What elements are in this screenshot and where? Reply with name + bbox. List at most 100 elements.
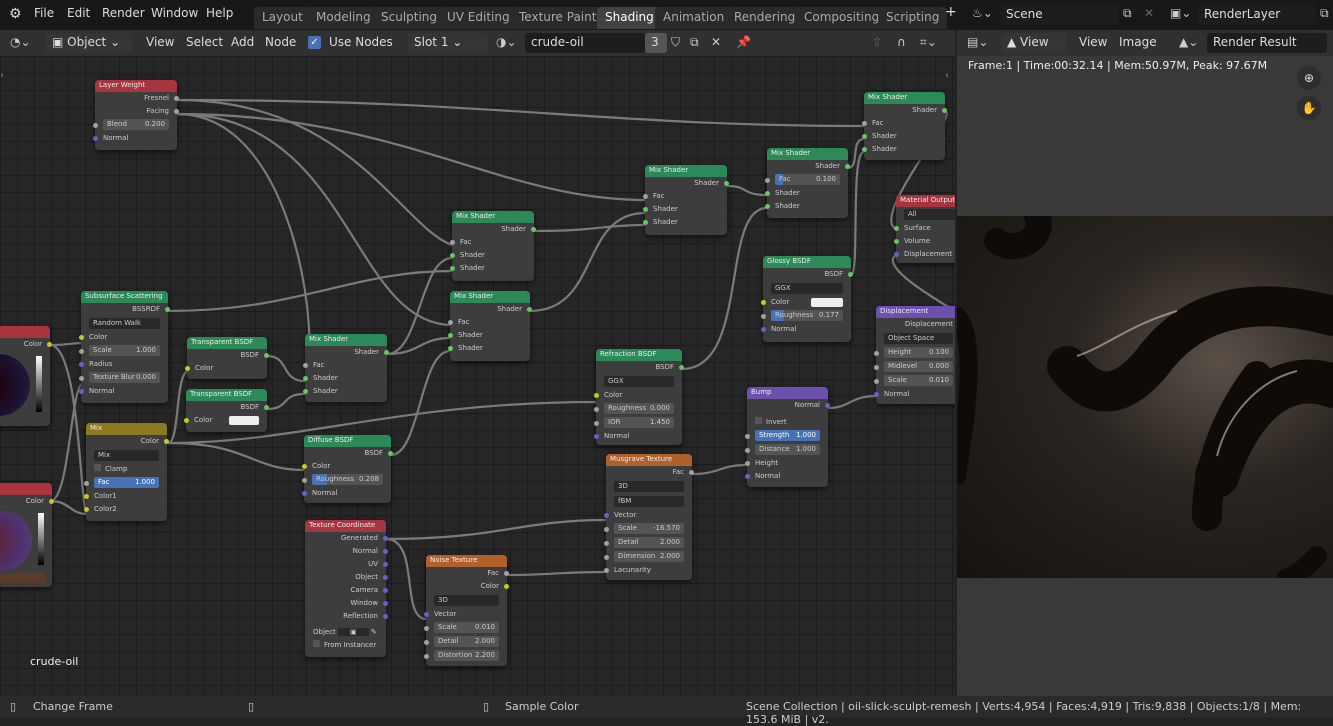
socket[interactable] <box>724 181 729 186</box>
node-header[interactable]: Transparent BSDF <box>186 389 267 401</box>
socket[interactable] <box>264 353 269 358</box>
socket[interactable] <box>643 207 648 212</box>
menu-select[interactable]: Select <box>186 35 223 49</box>
menu-file[interactable]: File <box>34 6 54 20</box>
socket[interactable] <box>303 389 308 394</box>
duplicate-layer-icon[interactable]: ⧉ <box>1320 6 1329 21</box>
distribution-dropdown[interactable]: GGX <box>771 283 843 294</box>
socket[interactable] <box>383 562 388 567</box>
socket[interactable] <box>761 327 766 332</box>
node-material-output[interactable]: Material Output All Surface Volume Displ… <box>894 195 955 263</box>
socket[interactable] <box>848 272 853 277</box>
target-dropdown[interactable]: All <box>904 209 955 220</box>
image-name-field[interactable]: Render Result <box>1207 33 1327 53</box>
tab-texture-paint[interactable]: Texture Paint <box>511 7 605 29</box>
socket[interactable] <box>383 588 388 593</box>
node-header[interactable]: Subsurface Scattering <box>81 291 168 303</box>
sidebar-toggle-icon[interactable]: ‹ <box>945 70 949 81</box>
node-mix-shader[interactable]: Mix Shader Shader Fac Shader Shader <box>303 334 389 402</box>
mode-dropdown[interactable]: ▣ Object ⌄ <box>46 33 132 53</box>
socket[interactable] <box>383 601 388 606</box>
node-rgb-top[interactable]: Color <box>0 326 52 426</box>
height-field[interactable]: Height 0.100 <box>884 347 953 358</box>
duplicate-scene-icon[interactable]: ⧉ <box>1123 6 1132 21</box>
method-dropdown[interactable]: Random Walk <box>89 318 160 329</box>
blend-mode-dropdown[interactable]: Mix <box>94 450 159 461</box>
node-header[interactable]: Mix Shader <box>305 334 387 346</box>
socket[interactable] <box>383 614 388 619</box>
node-layer-weight[interactable]: Layer Weight Fresnel Facing Blend 0.200 N… <box>93 80 179 150</box>
menu-help[interactable]: Help <box>206 6 233 20</box>
toolbar-toggle-icon[interactable]: › <box>0 70 4 81</box>
socket[interactable] <box>689 470 694 475</box>
material-name-field[interactable]: crude-oil <box>525 33 645 53</box>
socket[interactable] <box>174 96 179 101</box>
node-diffuse-bsdf[interactable]: Diffuse BSDF BSDF Color Roughness 0.208 N… <box>302 435 393 503</box>
socket[interactable] <box>49 499 54 504</box>
tab-scripting[interactable]: Scripting <box>878 7 948 29</box>
socket[interactable] <box>448 333 453 338</box>
socket[interactable] <box>594 421 599 426</box>
checkbox-box[interactable] <box>755 417 762 424</box>
socket[interactable] <box>604 527 609 532</box>
socket[interactable] <box>79 362 84 367</box>
node-header[interactable] <box>0 483 52 495</box>
socket[interactable] <box>84 481 89 486</box>
snap-mode-icon[interactable]: ⌗⌄ <box>920 35 937 50</box>
socket[interactable] <box>84 494 89 499</box>
object-field[interactable]: Object ▣ ✎ <box>305 626 386 639</box>
blend-field[interactable]: Blend 0.200 <box>103 119 169 130</box>
menu-render[interactable]: Render <box>102 6 145 20</box>
roughness-field[interactable]: Roughness 0.177 <box>771 310 843 321</box>
socket[interactable] <box>604 541 609 546</box>
add-workspace-button[interactable]: + <box>945 4 957 20</box>
node-bump[interactable]: Bump Normal Invert Strength 1.000 Distanc… <box>745 387 830 487</box>
socket[interactable] <box>303 376 308 381</box>
node-header[interactable]: Refraction BSDF <box>596 349 682 361</box>
node-header[interactable] <box>0 326 50 338</box>
socket[interactable] <box>845 164 850 169</box>
socket[interactable] <box>942 108 947 113</box>
image-editor-type-icon[interactable]: ▤⌄ <box>967 35 988 49</box>
node-mix-shader[interactable]: Mix Shader Shader Fac Shader Shader <box>862 92 947 160</box>
socket[interactable] <box>643 220 648 225</box>
scene-icon[interactable]: ♨⌄ <box>972 6 993 20</box>
clamp-checkbox[interactable]: Clamp <box>86 463 167 476</box>
value-slider[interactable] <box>36 356 42 412</box>
node-header[interactable]: Diffuse BSDF <box>304 435 391 447</box>
node-header[interactable]: Mix Shader <box>767 148 848 160</box>
socket[interactable] <box>384 350 389 355</box>
slot-dropdown[interactable]: Slot 1 ⌄ <box>408 33 488 53</box>
node-mix-shader[interactable]: Mix Shader Shader Fac 0.100 Shader Shader <box>765 148 850 218</box>
socket[interactable] <box>93 123 98 128</box>
node-header[interactable]: Bump <box>747 387 828 399</box>
view-layer-field[interactable]: RenderLayer <box>1198 5 1316 25</box>
zoom-icon[interactable]: ⊕ <box>1297 66 1321 90</box>
menu-image-view[interactable]: View <box>1079 35 1107 49</box>
distortion-field[interactable]: Distortion 2.200 <box>434 650 499 661</box>
menu-node[interactable]: Node <box>265 35 296 49</box>
node-header[interactable]: Mix <box>86 423 167 435</box>
tab-animation[interactable]: Animation <box>655 7 733 29</box>
node-header[interactable]: Glossy BSDF <box>763 256 851 268</box>
socket[interactable] <box>47 342 52 347</box>
node-header[interactable]: Texture Coordinate <box>305 520 386 532</box>
dimensions-dropdown[interactable]: 3D <box>614 481 684 492</box>
socket[interactable] <box>184 418 189 423</box>
socket[interactable] <box>745 461 750 466</box>
node-refraction-bsdf[interactable]: Refraction BSDF BSDF GGX Color Roughness… <box>594 349 684 445</box>
close-scene-icon[interactable]: ✕ <box>1144 6 1154 20</box>
socket[interactable] <box>894 239 899 244</box>
socket[interactable] <box>765 191 770 196</box>
scale-field[interactable]: Scale 0.010 <box>884 375 953 386</box>
socket[interactable] <box>383 536 388 541</box>
socket[interactable] <box>302 491 307 496</box>
fake-user-icon[interactable]: ⛉ <box>671 35 680 50</box>
node-transparent-bsdf-2[interactable]: Transparent BSDF BSDF Color <box>184 389 269 432</box>
socket[interactable] <box>450 240 455 245</box>
socket[interactable] <box>174 109 179 114</box>
socket[interactable] <box>93 136 98 141</box>
object-picker[interactable]: ▣ <box>338 628 369 636</box>
socket[interactable] <box>79 349 84 354</box>
duplicate-material-icon[interactable]: ⧉ <box>690 35 699 50</box>
